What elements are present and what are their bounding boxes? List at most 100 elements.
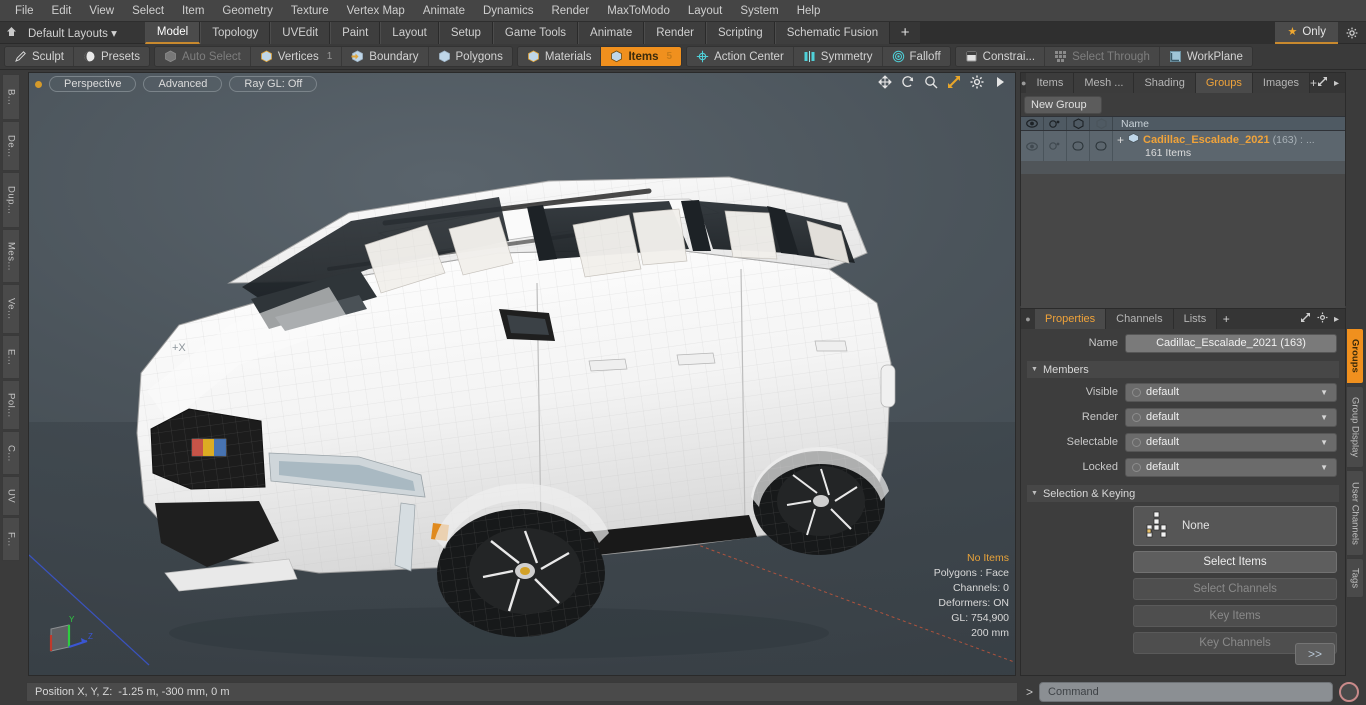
locked-dropdown[interactable]: default ▼ bbox=[1125, 457, 1337, 477]
menu-item-geometry[interactable]: Geometry bbox=[213, 3, 282, 19]
viewport-shading-dropdown[interactable]: Advanced bbox=[143, 76, 223, 92]
menu-item-maxtomodo[interactable]: MaxToModo bbox=[598, 3, 679, 19]
chevron-right-icon[interactable]: ▸ bbox=[1334, 78, 1339, 89]
new-group-button[interactable]: New Group bbox=[1024, 96, 1102, 114]
menu-item-vertex-map[interactable]: Vertex Map bbox=[338, 3, 414, 19]
tab-game-tools[interactable]: Game Tools bbox=[492, 21, 579, 44]
tab-scripting[interactable]: Scripting bbox=[705, 21, 775, 44]
row-render-icon[interactable] bbox=[1044, 131, 1067, 161]
selectable-dropdown[interactable]: default ▼ bbox=[1125, 432, 1337, 452]
viewport-mode-dropdown[interactable]: Perspective bbox=[49, 76, 137, 92]
row-shape2-icon[interactable] bbox=[1090, 131, 1113, 161]
menu-item-dynamics[interactable]: Dynamics bbox=[474, 3, 542, 19]
zoom-icon[interactable] bbox=[924, 75, 938, 89]
menu-item-edit[interactable]: Edit bbox=[43, 3, 81, 19]
boundary-button[interactable]: Boundary bbox=[342, 47, 429, 66]
menu-item-texture[interactable]: Texture bbox=[282, 3, 338, 19]
tab-paint[interactable]: Paint bbox=[330, 21, 381, 44]
add-layout-tab-button[interactable]: + bbox=[890, 22, 920, 44]
default-layouts-dropdown[interactable]: Default Layouts ▾ bbox=[22, 26, 123, 40]
tab-uvedit[interactable]: UVEdit bbox=[270, 21, 331, 44]
group-list-body[interactable]: + Cadillac_Escalade_2021 (163) : ... 161… bbox=[1021, 131, 1345, 320]
vtab-group-display[interactable]: Group Display bbox=[1346, 386, 1364, 468]
name-field[interactable]: Cadillac_Escalade_2021 (163) bbox=[1125, 333, 1337, 353]
tab-channels[interactable]: Channels bbox=[1106, 309, 1174, 329]
panel-tab-groups[interactable]: Groups bbox=[1195, 73, 1253, 93]
tab-schematic-fusion[interactable]: Schematic Fusion bbox=[774, 21, 891, 44]
home-icon[interactable] bbox=[0, 26, 22, 40]
left-tab-curve[interactable]: C... bbox=[2, 431, 20, 475]
polygons-button[interactable]: Polygons bbox=[428, 47, 512, 66]
tab-topology[interactable]: Topology bbox=[200, 21, 271, 44]
menu-item-animate[interactable]: Animate bbox=[414, 3, 474, 19]
add-properties-tab-button[interactable]: + bbox=[1217, 309, 1235, 329]
materials-button[interactable]: Materials bbox=[517, 47, 602, 66]
constraint-button[interactable]: Constrai... bbox=[955, 47, 1046, 66]
tab-setup[interactable]: Setup bbox=[438, 21, 493, 44]
expander-icon[interactable]: + bbox=[1117, 133, 1124, 147]
vtab-user-channels[interactable]: User Channels bbox=[1346, 470, 1364, 556]
left-tab-duplicate[interactable]: Dup... bbox=[2, 172, 20, 228]
auto-select-button[interactable]: Auto Select bbox=[154, 47, 251, 66]
action-center-button[interactable]: Action Center bbox=[687, 47, 794, 66]
workplane-button[interactable]: WorkPlane bbox=[1159, 47, 1252, 66]
presets-button[interactable]: Presets bbox=[73, 47, 149, 66]
properties-menu-icon[interactable]: ● bbox=[1021, 309, 1035, 329]
add-panel-tab-button[interactable]: + bbox=[1310, 73, 1317, 93]
tab-animate[interactable]: Animate bbox=[578, 21, 645, 44]
more-options-button[interactable]: >> bbox=[1295, 643, 1335, 665]
left-tab-edge[interactable]: E... bbox=[2, 335, 20, 379]
viewport-raygl-dropdown[interactable]: Ray GL: Off bbox=[229, 76, 318, 92]
vtab-groups[interactable]: Groups bbox=[1346, 328, 1364, 384]
selection-set-field[interactable]: None bbox=[1133, 506, 1337, 546]
tab-model[interactable]: Model bbox=[144, 21, 201, 44]
panel-tab-mesh[interactable]: Mesh ... bbox=[1074, 73, 1135, 93]
panel-tab-items[interactable]: Items bbox=[1026, 73, 1075, 93]
tab-render[interactable]: Render bbox=[644, 21, 706, 44]
cadillac-escalade-model[interactable]: +X bbox=[29, 73, 1016, 676]
menu-item-select[interactable]: Select bbox=[123, 3, 173, 19]
move-icon[interactable] bbox=[878, 75, 892, 89]
left-tab-fusion[interactable]: F... bbox=[2, 517, 20, 561]
falloff-button[interactable]: Falloff bbox=[882, 47, 950, 66]
command-input[interactable]: Command bbox=[1039, 681, 1333, 702]
menu-item-view[interactable]: View bbox=[80, 3, 123, 19]
only-toggle[interactable]: ★ Only bbox=[1275, 21, 1338, 44]
members-section-header[interactable]: ▼ Members bbox=[1027, 361, 1339, 378]
menu-item-layout[interactable]: Layout bbox=[679, 3, 732, 19]
play-icon[interactable] bbox=[993, 75, 1007, 89]
left-tab-basic[interactable]: B... bbox=[2, 74, 20, 120]
tab-properties[interactable]: Properties bbox=[1035, 309, 1107, 329]
left-tab-uv[interactable]: UV bbox=[2, 476, 20, 516]
items-button[interactable]: Items 5 bbox=[601, 47, 682, 66]
sculpt-button[interactable]: Sculpt bbox=[5, 47, 74, 66]
select-items-button[interactable]: Select Items bbox=[1133, 551, 1337, 573]
row-shape-icon[interactable] bbox=[1067, 131, 1090, 161]
3d-viewport[interactable]: +X Perspective Advanced Ray GL: Off No I… bbox=[28, 72, 1016, 676]
group-list-empty-area[interactable] bbox=[1021, 174, 1345, 320]
visible-dropdown[interactable]: default ▼ bbox=[1125, 382, 1337, 402]
gear-icon[interactable] bbox=[1338, 27, 1366, 39]
vertices-button[interactable]: Vertices 1 bbox=[250, 47, 343, 66]
panel-tab-shading[interactable]: Shading bbox=[1134, 73, 1196, 93]
tab-lists[interactable]: Lists bbox=[1173, 309, 1218, 329]
left-tab-mesh-edit[interactable]: Mes... bbox=[2, 229, 20, 283]
gear-icon[interactable] bbox=[1317, 312, 1328, 326]
axis-gizmo[interactable]: Y Z bbox=[39, 613, 95, 661]
record-icon[interactable] bbox=[1339, 681, 1359, 702]
expand-icon[interactable] bbox=[1300, 312, 1311, 326]
left-tab-polygon[interactable]: Pol... bbox=[2, 380, 20, 430]
select-through-button[interactable]: Select Through bbox=[1045, 47, 1160, 66]
menu-item-file[interactable]: File bbox=[6, 3, 43, 19]
expand-icon[interactable] bbox=[1317, 76, 1328, 90]
left-tab-deform[interactable]: De... bbox=[2, 121, 20, 171]
rotate-icon[interactable] bbox=[901, 75, 915, 89]
gear-icon[interactable] bbox=[970, 75, 984, 89]
panel-tab-images[interactable]: Images bbox=[1252, 73, 1310, 93]
menu-item-item[interactable]: Item bbox=[173, 3, 213, 19]
menu-item-help[interactable]: Help bbox=[788, 3, 830, 19]
selection-keying-section-header[interactable]: ▼ Selection & Keying bbox=[1027, 485, 1339, 502]
left-tab-vertex[interactable]: Ve... bbox=[2, 284, 20, 334]
menu-item-render[interactable]: Render bbox=[542, 3, 598, 19]
fit-icon[interactable] bbox=[947, 75, 961, 89]
